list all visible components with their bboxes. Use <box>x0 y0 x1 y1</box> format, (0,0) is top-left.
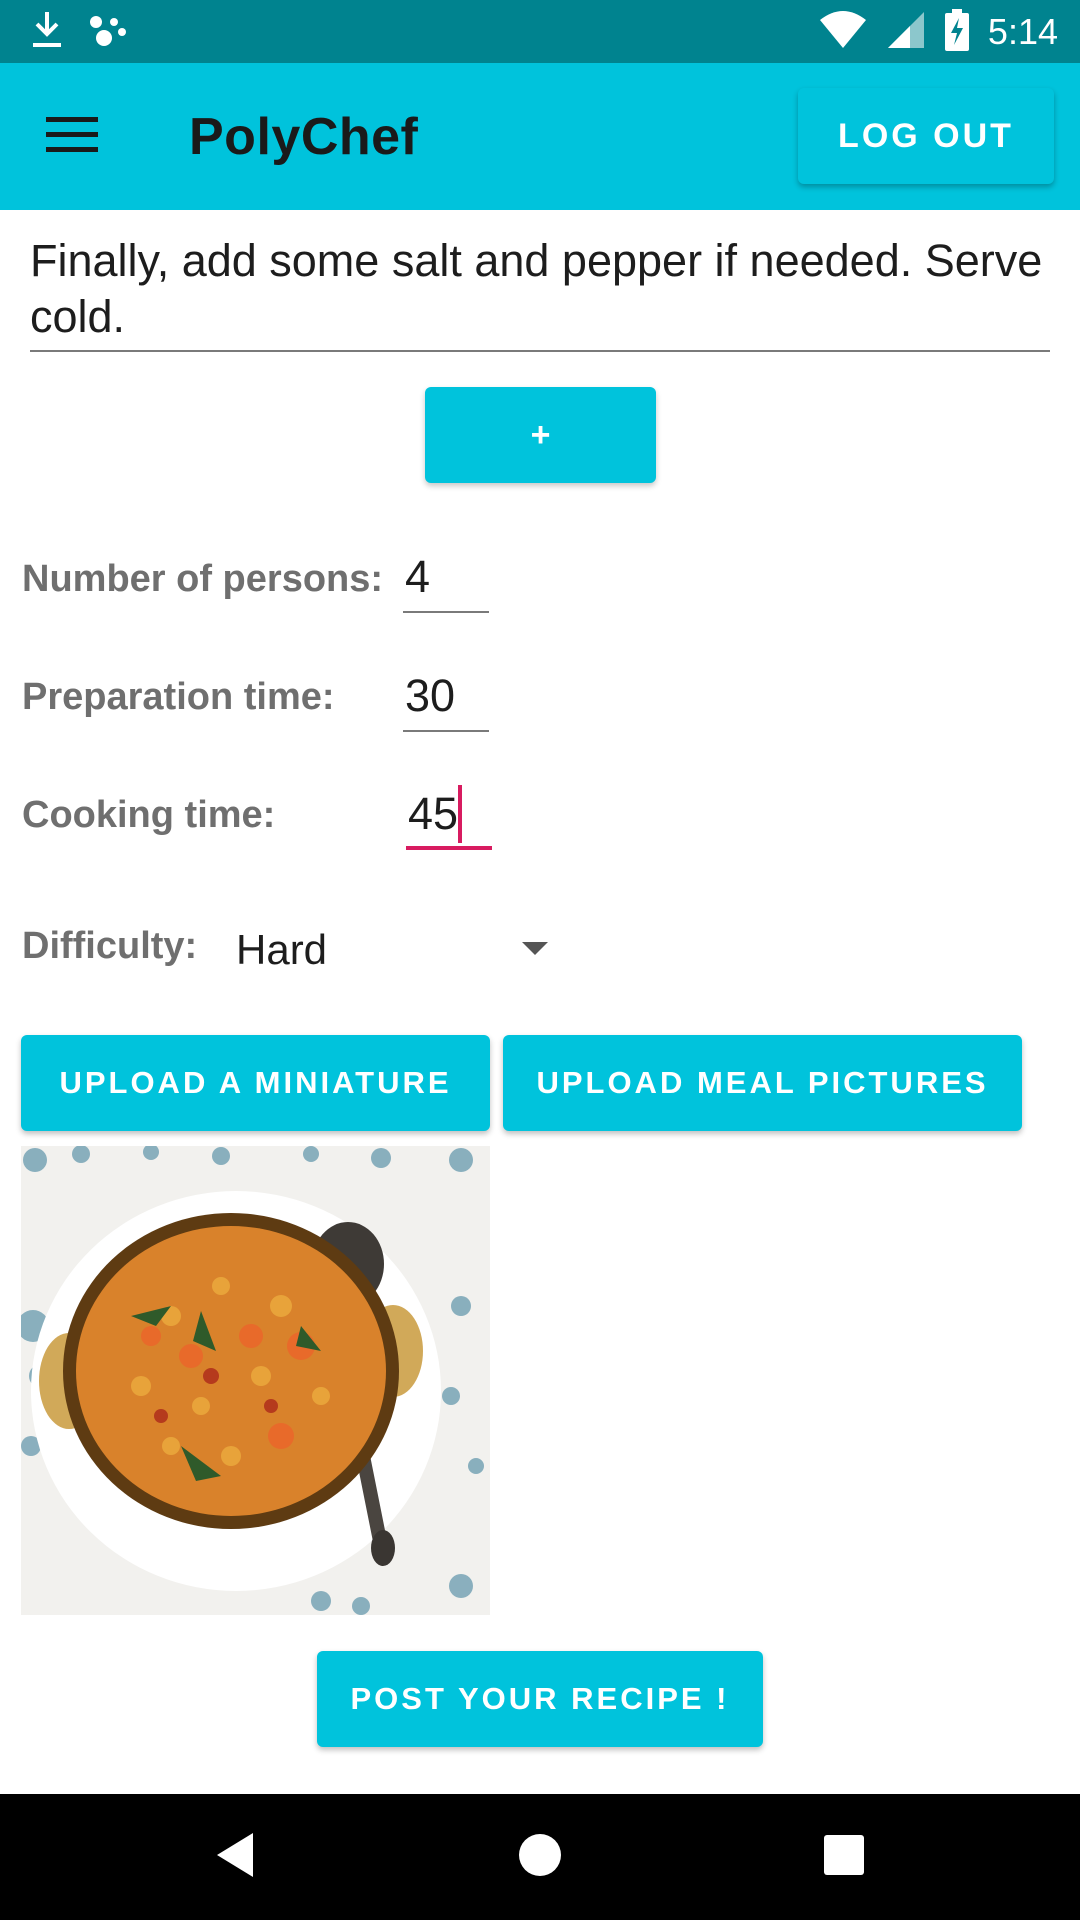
download-icon <box>30 10 64 55</box>
difficulty-value: Hard <box>236 926 328 973</box>
upload-miniature-button[interactable]: UPLOAD A MINIATURE <box>21 1035 490 1131</box>
status-bar: 5:14 <box>0 0 1080 63</box>
cooking-time-value: 45 <box>408 788 459 839</box>
recents-icon <box>824 1834 864 1880</box>
assistant-dots-icon <box>86 10 130 55</box>
logout-button[interactable]: LOG OUT <box>798 88 1054 184</box>
menu-button[interactable] <box>30 99 114 175</box>
wifi-icon <box>818 10 868 55</box>
app-title: PolyChef <box>189 108 419 166</box>
back-button[interactable] <box>195 1817 275 1897</box>
cooking-time-input[interactable]: 45 <box>406 785 492 850</box>
status-right-icons: 5:14 <box>818 8 1058 56</box>
status-time: 5:14 <box>987 11 1058 52</box>
post-recipe-button[interactable]: POST YOUR RECIPE ! <box>317 1651 763 1747</box>
battery-charging-icon <box>944 8 970 56</box>
status-left-icons <box>30 10 130 54</box>
cell-signal-icon <box>886 10 926 55</box>
preparation-time-input[interactable]: 30 <box>403 668 489 732</box>
hamburger-menu-icon <box>46 116 98 158</box>
dropdown-arrow-icon <box>522 942 548 955</box>
recipe-step-input[interactable]: Finally, add some salt and pepper if nee… <box>30 230 1050 352</box>
difficulty-dropdown[interactable]: Hard <box>220 910 560 990</box>
cooking-time-label: Cooking time: <box>22 794 276 836</box>
app-bar: PolyChef LOG OUT <box>0 63 1080 210</box>
navigation-bar <box>0 1794 1080 1920</box>
upload-meal-pictures-button[interactable]: UPLOAD MEAL PICTURES <box>503 1035 1022 1131</box>
back-icon <box>213 1831 257 1884</box>
meal-miniature-image <box>21 1146 490 1615</box>
preparation-time-label: Preparation time: <box>22 676 335 718</box>
add-step-button[interactable]: + <box>425 387 656 483</box>
text-cursor <box>458 785 463 844</box>
difficulty-label: Difficulty: <box>22 925 198 967</box>
home-icon <box>518 1833 562 1882</box>
persons-label: Number of persons: <box>22 558 384 600</box>
home-button[interactable] <box>500 1817 580 1897</box>
persons-input[interactable]: 4 <box>403 549 489 613</box>
recents-button[interactable] <box>804 1817 884 1897</box>
